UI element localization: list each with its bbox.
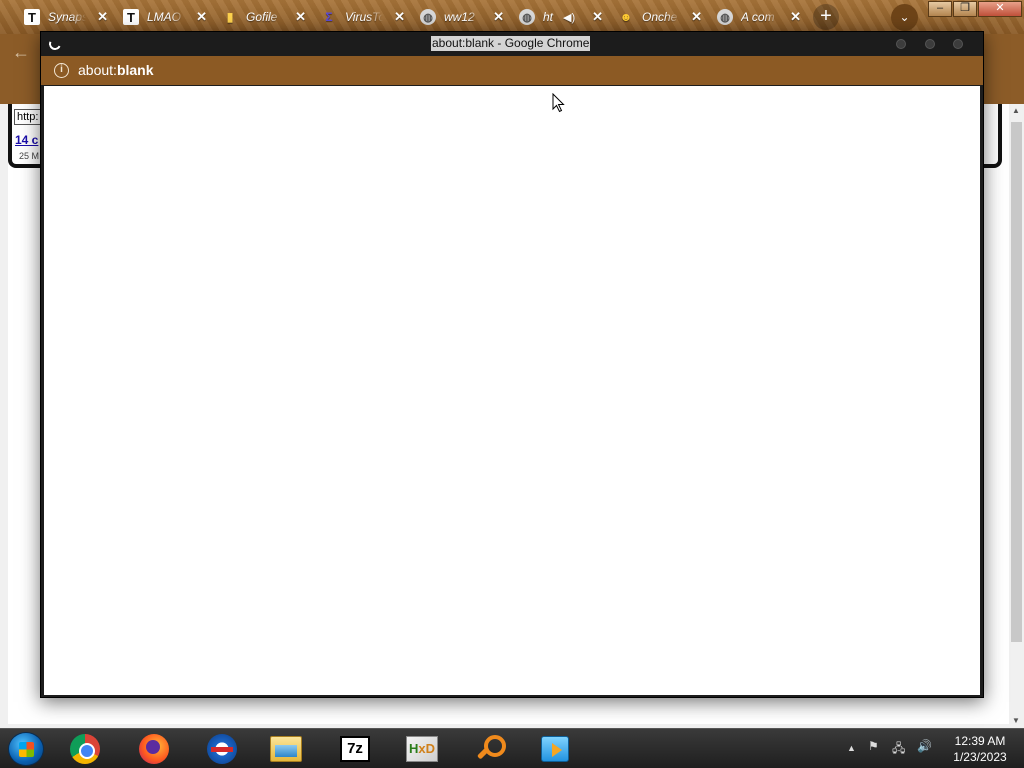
clock-time: 12:39 AM bbox=[954, 734, 1006, 748]
close-icon[interactable]: ✕ bbox=[691, 9, 702, 25]
taskbar-internet-explorer[interactable] bbox=[193, 731, 251, 767]
taskbar-hxd[interactable]: HxD bbox=[393, 731, 451, 767]
chrome-icon bbox=[70, 734, 100, 764]
close-icon[interactable]: ✕ bbox=[97, 9, 108, 25]
tab-ht[interactable]: ◍ ht ◀) ✕ bbox=[509, 3, 605, 31]
taskbar-chrome[interactable] bbox=[56, 731, 114, 767]
tab-a-com[interactable]: ◍ A com ✕ bbox=[707, 3, 803, 31]
globe-icon: ◍ bbox=[519, 9, 535, 25]
popup-titlebar[interactable]: about:blank - Google Chrome bbox=[41, 32, 983, 56]
globe-icon: ◍ bbox=[420, 9, 436, 25]
clock-date: 1/23/2023 bbox=[953, 750, 1007, 764]
tab-onche[interactable]: ☻ Onche ✕ bbox=[608, 3, 704, 31]
close-icon[interactable]: ✕ bbox=[493, 9, 504, 25]
tab-title: ht bbox=[543, 10, 554, 24]
taskbar-media-player[interactable] bbox=[526, 731, 584, 767]
tab-ww12[interactable]: ◍ ww12 ✕ bbox=[410, 3, 506, 31]
restore-button[interactable]: ❐ bbox=[953, 1, 977, 17]
url-prefix: about: bbox=[78, 62, 117, 78]
tab-gofile[interactable]: ▮ Gofile ✕ bbox=[212, 3, 308, 31]
taskbar-firefox[interactable] bbox=[125, 731, 183, 767]
loading-spinner-icon bbox=[47, 36, 63, 52]
virustotal-icon: Σ bbox=[325, 10, 333, 24]
close-icon[interactable]: ✕ bbox=[592, 9, 603, 25]
taskbar-7zip[interactable]: 7z bbox=[326, 731, 384, 767]
minimize-button[interactable]: – bbox=[928, 1, 952, 17]
tab-title: A com bbox=[741, 10, 775, 24]
onche-icon: ☻ bbox=[619, 10, 633, 24]
t-logo-icon: T bbox=[24, 9, 40, 25]
scroll-up-arrow-icon[interactable]: ▲ bbox=[1012, 106, 1020, 115]
maximize-dot-button[interactable] bbox=[925, 39, 935, 49]
background-link[interactable]: 14 c bbox=[15, 133, 38, 147]
mouse-cursor-icon bbox=[552, 93, 565, 113]
popup-address-bar: i about:blank bbox=[41, 56, 983, 85]
tab-title: Onche bbox=[642, 10, 678, 24]
start-button[interactable] bbox=[8, 732, 44, 766]
taskbar-file-explorer[interactable] bbox=[257, 731, 315, 767]
popup-title: about:blank - Google Chrome bbox=[431, 36, 591, 51]
hxd-icon: HxD bbox=[406, 736, 438, 762]
minimize-dot-button[interactable] bbox=[896, 39, 906, 49]
scroll-thumb[interactable] bbox=[1011, 122, 1022, 642]
popup-url[interactable]: about:blank bbox=[78, 62, 154, 78]
browser-tab-strip: T Synapse ✕ T LMAO ✕ ▮ Gofile ✕ Σ VirusT… bbox=[0, 0, 1024, 34]
close-dot-button[interactable] bbox=[953, 39, 963, 49]
network-icon[interactable]: 🖧 bbox=[892, 739, 905, 760]
7zip-icon: 7z bbox=[340, 736, 370, 762]
media-player-icon bbox=[541, 736, 569, 762]
close-icon[interactable]: ✕ bbox=[196, 9, 207, 25]
background-date: 25 M bbox=[19, 151, 40, 161]
close-icon[interactable]: ✕ bbox=[790, 9, 801, 25]
volume-icon[interactable]: 🔊 bbox=[917, 739, 932, 753]
tab-title: ww12 bbox=[444, 10, 475, 24]
close-icon[interactable]: ✕ bbox=[394, 9, 405, 25]
show-hidden-icons-icon[interactable]: ▲ bbox=[847, 743, 856, 753]
firefox-icon bbox=[139, 734, 169, 764]
tab-title: Gofile bbox=[246, 10, 278, 24]
taskbar: 7z HxD ▲ ⚑ 🖧 🔊 12:39 AM 1/23/2023 bbox=[0, 728, 1024, 768]
back-arrow-icon[interactable]: ← bbox=[12, 42, 30, 63]
tab-title: VirusTotal bbox=[345, 10, 383, 24]
tab-title: Synapse bbox=[48, 10, 86, 24]
t-logo-icon: T bbox=[123, 9, 139, 25]
gofile-icon: ▮ bbox=[226, 10, 234, 24]
page-scrollbar[interactable]: ▲ ▼ bbox=[1009, 104, 1024, 728]
internet-explorer-icon bbox=[207, 734, 237, 764]
url-host: blank bbox=[116, 62, 154, 78]
folder-icon bbox=[270, 736, 302, 762]
new-tab-button[interactable]: + bbox=[813, 4, 839, 30]
tab-search-button[interactable]: ⌄ bbox=[891, 4, 918, 31]
flag-icon[interactable]: ⚑ bbox=[868, 739, 879, 753]
popup-page-content[interactable] bbox=[44, 86, 980, 695]
tab-virustotal[interactable]: Σ VirusTotal ✕ bbox=[311, 3, 407, 31]
globe-icon: ◍ bbox=[717, 9, 733, 25]
tab-synapse[interactable]: T Synapse ✕ bbox=[14, 3, 110, 31]
taskbar-search[interactable] bbox=[460, 731, 518, 767]
tab-title: LMAO bbox=[147, 10, 182, 24]
close-icon[interactable]: ✕ bbox=[295, 9, 306, 25]
close-window-button[interactable]: ✕ bbox=[978, 1, 1022, 17]
search-icon bbox=[474, 734, 506, 764]
scroll-down-arrow-icon[interactable]: ▼ bbox=[1012, 716, 1020, 725]
system-clock[interactable]: 12:39 AM 1/23/2023 bbox=[940, 733, 1020, 765]
popup-window: about:blank - Google Chrome i about:blan… bbox=[40, 31, 984, 698]
info-icon[interactable]: i bbox=[54, 63, 69, 78]
tab-lmao[interactable]: T LMAO ✕ bbox=[113, 3, 209, 31]
